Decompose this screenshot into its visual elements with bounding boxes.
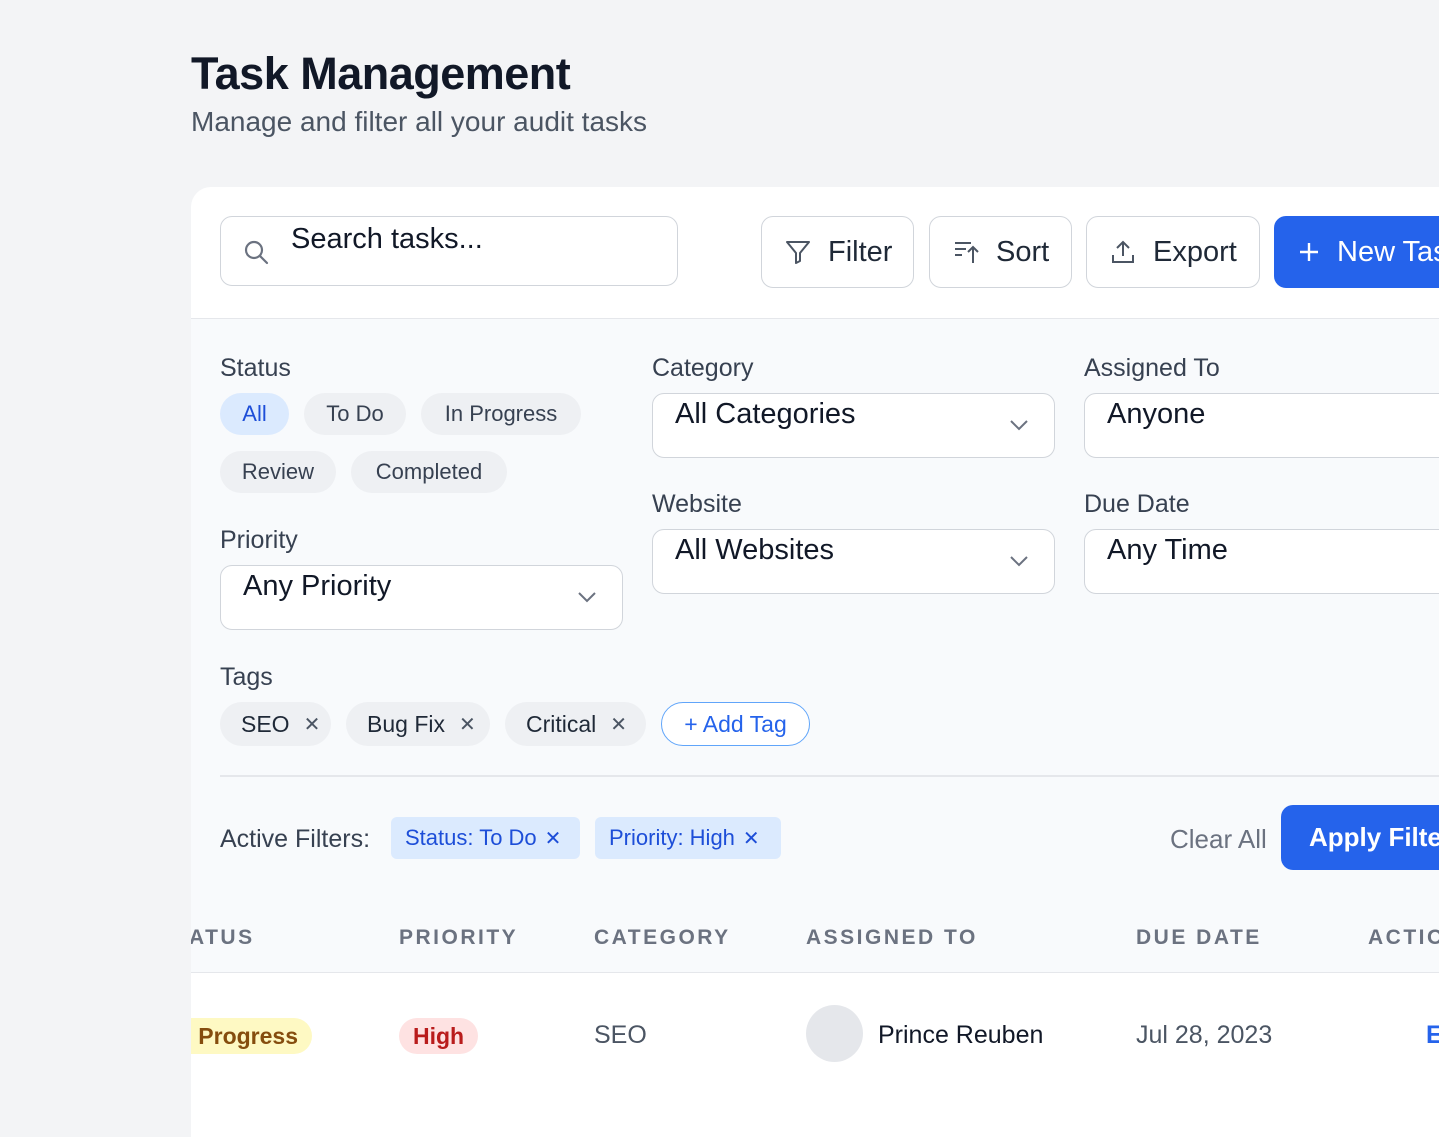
assigned-to-value: Anyone <box>1107 398 1206 430</box>
export-button-label: Export <box>1153 235 1237 268</box>
funnel-icon <box>784 238 812 266</box>
column-priority[interactable]: PRIORITY <box>399 926 518 950</box>
filter-button[interactable]: Filter <box>761 216 914 288</box>
assignee-name: Prince Reuben <box>878 1021 1044 1049</box>
table-header: ATUS PRIORITY CATEGORY ASSIGNED TO DUE D… <box>191 899 1439 973</box>
apply-filter-button[interactable]: Apply Filter <box>1281 805 1439 870</box>
upload-icon <box>1109 238 1137 266</box>
close-icon[interactable]: ✕ <box>545 826 562 851</box>
assigned-to-select[interactable]: Anyone <box>1084 393 1439 458</box>
new-task-button[interactable]: New Tas <box>1274 216 1439 288</box>
plus-icon <box>1297 240 1321 264</box>
close-icon[interactable]: ✕ <box>304 712 321 737</box>
search-input[interactable] <box>291 219 661 259</box>
status-pill-todo[interactable]: To Do <box>304 393 406 435</box>
priority-label: Priority <box>220 526 298 554</box>
category-label: Category <box>652 354 754 382</box>
export-button[interactable]: Export <box>1086 216 1260 288</box>
priority-value: Any Priority <box>243 570 392 602</box>
status-badge: n Progress <box>191 1018 312 1054</box>
column-status[interactable]: ATUS <box>191 926 255 950</box>
column-due-date[interactable]: DUE DATE <box>1136 926 1262 950</box>
tag-label: Bug Fix <box>367 710 445 737</box>
task-panel: Filter Sort Export New Tas Status All To… <box>191 187 1439 1137</box>
active-filter-chip: Priority: High ✕ <box>595 817 781 859</box>
priority-badge: High <box>399 1018 479 1054</box>
due-date-label: Due Date <box>1084 490 1190 518</box>
filter-divider <box>220 775 1439 777</box>
status-pill-in-progress[interactable]: In Progress <box>421 393 581 435</box>
filter-button-label: Filter <box>828 235 893 268</box>
sort-icon <box>952 238 980 266</box>
active-filters-label: Active Filters: <box>220 825 371 853</box>
close-icon[interactable]: ✕ <box>610 712 627 737</box>
chevron-down-icon <box>576 586 598 613</box>
tag-bug-fix: Bug Fix ✕ <box>346 702 490 746</box>
filter-panel: Status All To Do In Progress Review Comp… <box>191 318 1439 899</box>
close-icon[interactable]: ✕ <box>459 712 476 737</box>
status-pill-completed[interactable]: Completed <box>351 451 507 493</box>
sort-button[interactable]: Sort <box>929 216 1072 288</box>
edit-link[interactable]: E <box>1426 1021 1439 1050</box>
page-title: Task Management <box>191 48 571 99</box>
close-icon[interactable]: ✕ <box>743 826 760 851</box>
tags-label: Tags <box>220 663 273 691</box>
due-date-select[interactable]: Any Time <box>1084 529 1439 594</box>
chip-label: Status: To Do <box>405 825 537 850</box>
new-task-label: New Tas <box>1337 235 1439 268</box>
search-box[interactable] <box>220 216 678 286</box>
clear-all-button[interactable]: Clear All <box>1170 824 1267 855</box>
website-label: Website <box>652 490 742 518</box>
page-subtitle: Manage and filter all your audit tasks <box>191 106 648 137</box>
tag-label: Critical <box>526 710 597 737</box>
due-date-value: Any Time <box>1107 534 1228 566</box>
active-filter-chip: Status: To Do ✕ <box>391 817 580 859</box>
status-label: Status <box>220 354 291 382</box>
tag-label: SEO <box>241 710 290 737</box>
status-pill-all[interactable]: All <box>220 393 289 435</box>
category-cell: SEO <box>594 1021 647 1049</box>
column-category[interactable]: CATEGORY <box>594 926 731 950</box>
chevron-down-icon <box>1008 414 1030 441</box>
website-value: All Websites <box>675 534 835 566</box>
chevron-down-icon <box>1008 550 1030 577</box>
sort-button-label: Sort <box>996 235 1050 268</box>
category-value: All Categories <box>675 398 856 430</box>
assigned-to-label: Assigned To <box>1084 354 1220 382</box>
chip-label: Priority: High <box>609 825 735 850</box>
category-select[interactable]: All Categories <box>652 393 1055 458</box>
add-tag-button[interactable]: + Add Tag <box>661 702 810 746</box>
tag-critical: Critical ✕ <box>505 702 646 746</box>
avatar <box>806 1005 863 1062</box>
due-date-cell: Jul 28, 2023 <box>1136 1021 1273 1049</box>
website-select[interactable]: All Websites <box>652 529 1055 594</box>
column-actions: ACTIO <box>1368 926 1439 949</box>
search-icon <box>243 239 269 270</box>
status-pill-review[interactable]: Review <box>220 451 336 493</box>
column-assigned-to[interactable]: ASSIGNED TO <box>806 926 978 950</box>
tag-seo: SEO ✕ <box>220 702 331 746</box>
priority-select[interactable]: Any Priority <box>220 565 623 630</box>
